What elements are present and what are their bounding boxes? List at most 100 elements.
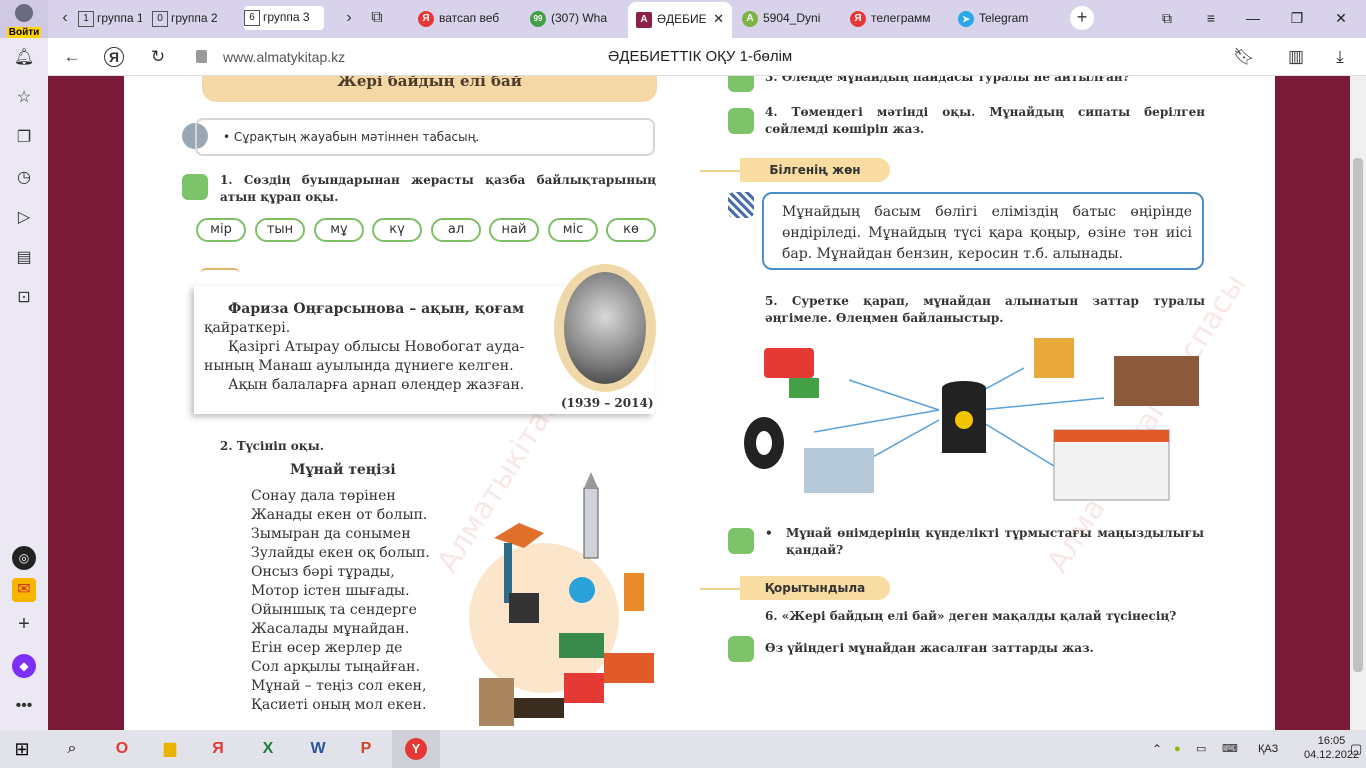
task-5: 5. Суретке қарап, мұнайдан алынатын затт…: [765, 294, 1205, 325]
tray-expand-icon[interactable]: ⌃: [1152, 730, 1162, 768]
poem-line: Зымыран да сонымен: [251, 526, 411, 542]
tab-label: группа 2: [171, 11, 218, 25]
mail-icon[interactable]: ✉: [12, 578, 36, 602]
restore-icon[interactable]: ❐: [1282, 6, 1312, 30]
tab-count-badge: 0: [152, 10, 168, 27]
search-icon[interactable]: ⌕: [58, 735, 86, 763]
notes-icon[interactable]: ▤: [12, 246, 36, 270]
collections-icon[interactable]: ❐: [12, 126, 36, 150]
keyboard-icon[interactable]: ⌨: [1222, 730, 1238, 768]
lock-icon: [196, 50, 207, 63]
yandex-home-icon[interactable]: Я: [104, 47, 124, 67]
explorer-icon[interactable]: ▆: [156, 735, 184, 763]
oil-products-illustration: [744, 338, 1199, 501]
video-icon[interactable]: ▷: [12, 206, 36, 230]
menu-icon[interactable]: ≡: [1196, 6, 1226, 30]
taskbar: ⊞ ⌕ O ▆ Я X W P Y ⌃ ● ▭ ⌨ ҚАЗ 16:05 04.1…: [0, 730, 1366, 768]
tab-count-badge: 6: [244, 9, 260, 26]
syllable-pill: тын: [255, 218, 305, 242]
opera-icon[interactable]: O: [108, 735, 136, 763]
windows-start-icon[interactable]: ⊞: [8, 735, 36, 763]
book-spread: Алматыкітап баспасы Алматыкітап баспасы …: [124, 76, 1275, 730]
task-2: 2. Түсініп оқы.: [220, 439, 324, 453]
tab-group-1[interactable]: 1 группа 1: [78, 4, 142, 34]
reader-mode-icon[interactable]: ▥: [1284, 45, 1308, 69]
summary-label: Қорытындыла: [740, 576, 890, 600]
history-icon[interactable]: ◷: [12, 166, 36, 190]
minimize-icon[interactable]: —: [1238, 6, 1268, 30]
notifications-icon[interactable]: 🔔︎: [12, 46, 36, 70]
tab-label: группа 3: [263, 10, 310, 24]
bio-line: Фариза Оңғарсынова – ақын, қоғам: [228, 301, 525, 317]
forward-tabs-icon[interactable]: ›: [336, 6, 362, 30]
assistant-icon[interactable]: ◆: [12, 654, 36, 678]
new-group-icon[interactable]: ⧉: [364, 6, 390, 30]
oil-illustration: [469, 472, 654, 726]
tab-label: (307) Wha: [551, 11, 608, 25]
bookmarks-icon[interactable]: ☆: [12, 86, 36, 110]
bio-line: нының Манаш ауылында дүниеге келген.: [204, 358, 514, 374]
reload-icon[interactable]: ↻: [146, 45, 170, 69]
tab-group-2[interactable]: 0 группа 2: [152, 4, 232, 34]
yandex-browser-taskbar-icon[interactable]: Y: [392, 730, 440, 768]
poem-line: Мотор істен шығады.: [251, 583, 410, 599]
syllable-pill: най: [489, 218, 539, 242]
tab-whatsapp-search[interactable]: Яватсап веб: [410, 4, 520, 34]
scrollbar[interactable]: [1350, 76, 1366, 730]
excel-icon[interactable]: X: [254, 735, 282, 763]
poem-line: Мұнай – теңіз сол екен,: [251, 678, 427, 694]
bio-line: қайраткері.: [204, 320, 291, 336]
poem-line: Онсыз бәрі тұрады,: [251, 564, 395, 580]
more-icon[interactable]: •••: [12, 694, 36, 718]
tab-label: телеграмм: [871, 11, 931, 25]
word-icon[interactable]: W: [304, 735, 332, 763]
whatsapp-icon: 99: [530, 10, 546, 27]
poem-line: Сол арқылы тыңайған.: [251, 659, 420, 675]
syllable-pill: ал: [431, 218, 481, 242]
new-tab-icon[interactable]: +: [1070, 6, 1094, 30]
tab-active-book[interactable]: A ӘДЕБИЕ ✕: [628, 2, 732, 38]
tab-telegram-search[interactable]: Ятелеграмм: [842, 4, 946, 34]
divider: [700, 588, 740, 590]
bookmark-icon[interactable]: 🔖︎: [1232, 45, 1256, 69]
tab-whatsapp[interactable]: 99 (307) Wha: [522, 4, 626, 34]
tab-dynamics[interactable]: A 5904_Dyni: [734, 4, 838, 34]
powerpoint-icon[interactable]: P: [352, 735, 380, 763]
tray-app-icon[interactable]: ●: [1174, 730, 1181, 768]
alice-icon[interactable]: ◎: [12, 546, 36, 570]
add-panel-icon[interactable]: +: [12, 612, 36, 636]
syllable-pill: мұ: [314, 218, 364, 242]
close-tab-icon[interactable]: ✕: [713, 2, 724, 36]
account-button[interactable]: Войти: [0, 0, 48, 38]
discussion-icon: [728, 528, 754, 554]
author-portrait: [554, 264, 656, 392]
browser-sidebar: 🔔︎ ☆ ❐ ◷ ▷ ▤ ⊡ ◎ ✉ + ◆ •••: [0, 38, 48, 730]
message-icon[interactable]: ▭: [1196, 730, 1206, 768]
poem-line: Қасиеті оның мол екен.: [251, 697, 427, 713]
url-text[interactable]: www.almatykitap.kz: [223, 49, 345, 65]
home-icon: [728, 636, 754, 662]
back-tabs-icon[interactable]: ‹: [52, 6, 78, 30]
scrollbar-thumb[interactable]: [1353, 158, 1363, 672]
download-icon[interactable]: ⤓: [1328, 45, 1352, 69]
language-indicator[interactable]: ҚАЗ: [1258, 730, 1278, 768]
notebook-icon: [728, 108, 754, 134]
close-window-icon[interactable]: ✕: [1326, 6, 1356, 30]
bio-line: Ақын балаларға арнап өлеңдер жазған.: [228, 377, 525, 393]
tab-group-3[interactable]: 6 группа 3: [244, 6, 324, 30]
notification-center-icon[interactable]: ▢: [1350, 730, 1362, 768]
task-6: 6. «Жері байдың елі бай» деген мақалды қ…: [765, 609, 1177, 623]
back-icon[interactable]: ←: [60, 45, 84, 69]
poem-line: Зулайды екен оқ болып.: [251, 545, 430, 561]
account-label: Войти: [6, 27, 42, 38]
syllable-pill: мір: [196, 218, 246, 242]
tab-telegram[interactable]: ➤ Telegram: [950, 4, 1054, 34]
yandex-icon: Я: [418, 10, 434, 27]
tab-label: группа 1: [97, 11, 142, 25]
question-icon: [728, 76, 754, 92]
yandex-app-icon[interactable]: Я: [204, 735, 232, 763]
tabs-overview-icon[interactable]: ⧉: [1152, 6, 1182, 30]
telegram-icon: ➤: [958, 10, 974, 27]
screenshot-icon[interactable]: ⊡: [12, 286, 36, 310]
home-task: Өз үйіңдегі мұнайдан жасалған заттарды ж…: [765, 641, 1094, 655]
